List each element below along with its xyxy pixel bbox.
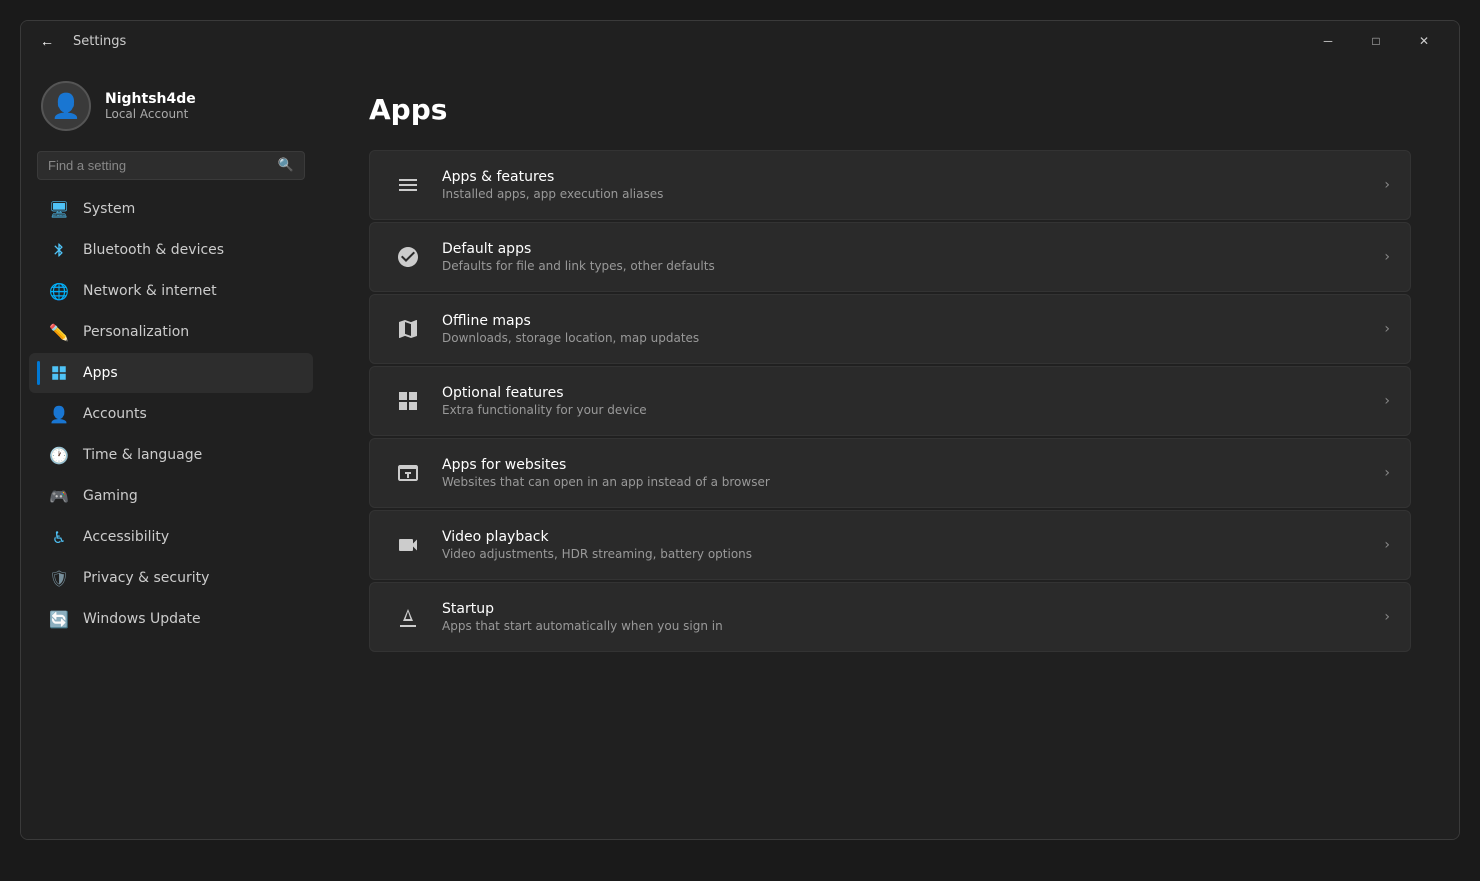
apps-websites-icon [390,455,426,491]
sidebar-item-network[interactable]: 🌐 Network & internet [29,271,313,311]
user-section: 👤 Nightsh4de Local Account [21,61,321,147]
user-name: Nightsh4de [105,91,196,107]
sidebar-item-privacy[interactable]: 🛡 Privacy & security [29,558,313,598]
sidebar-item-time[interactable]: 🕐 Time & language [29,435,313,475]
bluetooth-icon [49,240,69,260]
default-apps-desc: Defaults for file and link types, other … [442,259,1368,273]
default-apps-text: Default apps Defaults for file and link … [442,241,1368,273]
settings-item-default-apps[interactable]: Default apps Defaults for file and link … [369,222,1411,292]
offline-maps-desc: Downloads, storage location, map updates [442,331,1368,345]
sidebar-label-accessibility: Accessibility [83,529,169,545]
time-icon: 🕐 [49,445,69,465]
optional-features-title: Optional features [442,385,1368,401]
accounts-icon: 👤 [49,404,69,424]
apps-websites-title: Apps for websites [442,457,1368,473]
settings-item-optional-features[interactable]: Optional features Extra functionality fo… [369,366,1411,436]
search-input[interactable] [48,158,270,173]
page-title: Apps [369,93,1411,126]
titlebar: ← Settings ─ □ ✕ [21,21,1459,61]
sidebar-label-system: System [83,201,135,217]
sidebar-label-privacy: Privacy & security [83,570,209,586]
apps-features-desc: Installed apps, app execution aliases [442,187,1368,201]
optional-features-chevron: › [1384,393,1390,409]
network-icon: 🌐 [49,281,69,301]
sidebar-item-bluetooth[interactable]: Bluetooth & devices [29,230,313,270]
apps-features-title: Apps & features [442,169,1368,185]
sidebar-item-apps[interactable]: Apps [29,353,313,393]
settings-item-apps-features[interactable]: Apps & features Installed apps, app exec… [369,150,1411,220]
sidebar-label-personalization: Personalization [83,324,189,340]
sidebar-label-network: Network & internet [83,283,217,299]
video-playback-chevron: › [1384,537,1390,553]
avatar-icon: 👤 [51,92,81,120]
avatar: 👤 [41,81,91,131]
sidebar-label-time: Time & language [83,447,202,463]
user-info: Nightsh4de Local Account [105,91,196,121]
sidebar-label-bluetooth: Bluetooth & devices [83,242,224,258]
startup-icon [390,599,426,635]
search-box[interactable]: 🔍 [37,151,305,180]
sidebar-label-accounts: Accounts [83,406,147,422]
settings-item-offline-maps[interactable]: Offline maps Downloads, storage location… [369,294,1411,364]
close-button[interactable]: ✕ [1401,25,1447,57]
default-apps-title: Default apps [442,241,1368,257]
sidebar-label-update: Windows Update [83,611,201,627]
video-playback-icon [390,527,426,563]
offline-maps-chevron: › [1384,321,1390,337]
settings-item-startup[interactable]: Startup Apps that start automatically wh… [369,582,1411,652]
back-button[interactable]: ← [33,27,61,55]
apps-features-text: Apps & features Installed apps, app exec… [442,169,1368,201]
privacy-icon: 🛡 [49,568,69,588]
update-icon: 🔄 [49,609,69,629]
video-playback-desc: Video adjustments, HDR streaming, batter… [442,547,1368,561]
titlebar-title: Settings [73,34,126,49]
apps-features-chevron: › [1384,177,1390,193]
sidebar-item-gaming[interactable]: 🎮 Gaming [29,476,313,516]
sidebar-item-accessibility[interactable]: ♿ Accessibility [29,517,313,557]
settings-item-video-playback[interactable]: Video playback Video adjustments, HDR st… [369,510,1411,580]
main-content: Apps Apps & features Installed apps, app… [321,61,1459,839]
sidebar-label-gaming: Gaming [83,488,138,504]
optional-features-text: Optional features Extra functionality fo… [442,385,1368,417]
apps-icon [49,363,69,383]
sidebar-nav: 🖥 System Bluetooth & devices 🌐 Network &… [21,188,321,640]
offline-maps-text: Offline maps Downloads, storage location… [442,313,1368,345]
video-playback-text: Video playback Video adjustments, HDR st… [442,529,1368,561]
settings-window: ← Settings ─ □ ✕ 👤 Nightsh4de Local Acco… [20,20,1460,840]
minimize-button[interactable]: ─ [1305,25,1351,57]
titlebar-left: ← Settings [33,27,126,55]
offline-maps-icon [390,311,426,347]
search-icon: 🔍 [278,158,294,173]
sidebar-item-accounts[interactable]: 👤 Accounts [29,394,313,434]
sidebar-item-system[interactable]: 🖥 System [29,189,313,229]
sidebar-item-update[interactable]: 🔄 Windows Update [29,599,313,639]
sidebar-item-personalization[interactable]: ✏️ Personalization [29,312,313,352]
window-controls: ─ □ ✕ [1305,25,1447,57]
apps-websites-text: Apps for websites Websites that can open… [442,457,1368,489]
startup-chevron: › [1384,609,1390,625]
user-account-type: Local Account [105,107,196,121]
content-area: 👤 Nightsh4de Local Account 🔍 🖥 System [21,61,1459,839]
startup-title: Startup [442,601,1368,617]
video-playback-title: Video playback [442,529,1368,545]
sidebar-label-apps: Apps [83,365,118,381]
default-apps-icon [390,239,426,275]
settings-item-apps-websites[interactable]: Apps for websites Websites that can open… [369,438,1411,508]
apps-websites-chevron: › [1384,465,1390,481]
apps-features-icon [390,167,426,203]
optional-features-desc: Extra functionality for your device [442,403,1368,417]
optional-features-icon [390,383,426,419]
sidebar: 👤 Nightsh4de Local Account 🔍 🖥 System [21,61,321,839]
startup-desc: Apps that start automatically when you s… [442,619,1368,633]
system-icon: 🖥 [49,199,69,219]
accessibility-icon: ♿ [49,527,69,547]
settings-list: Apps & features Installed apps, app exec… [369,150,1411,652]
startup-text: Startup Apps that start automatically wh… [442,601,1368,633]
offline-maps-title: Offline maps [442,313,1368,329]
gaming-icon: 🎮 [49,486,69,506]
personalization-icon: ✏️ [49,322,69,342]
default-apps-chevron: › [1384,249,1390,265]
apps-websites-desc: Websites that can open in an app instead… [442,475,1368,489]
maximize-button[interactable]: □ [1353,25,1399,57]
